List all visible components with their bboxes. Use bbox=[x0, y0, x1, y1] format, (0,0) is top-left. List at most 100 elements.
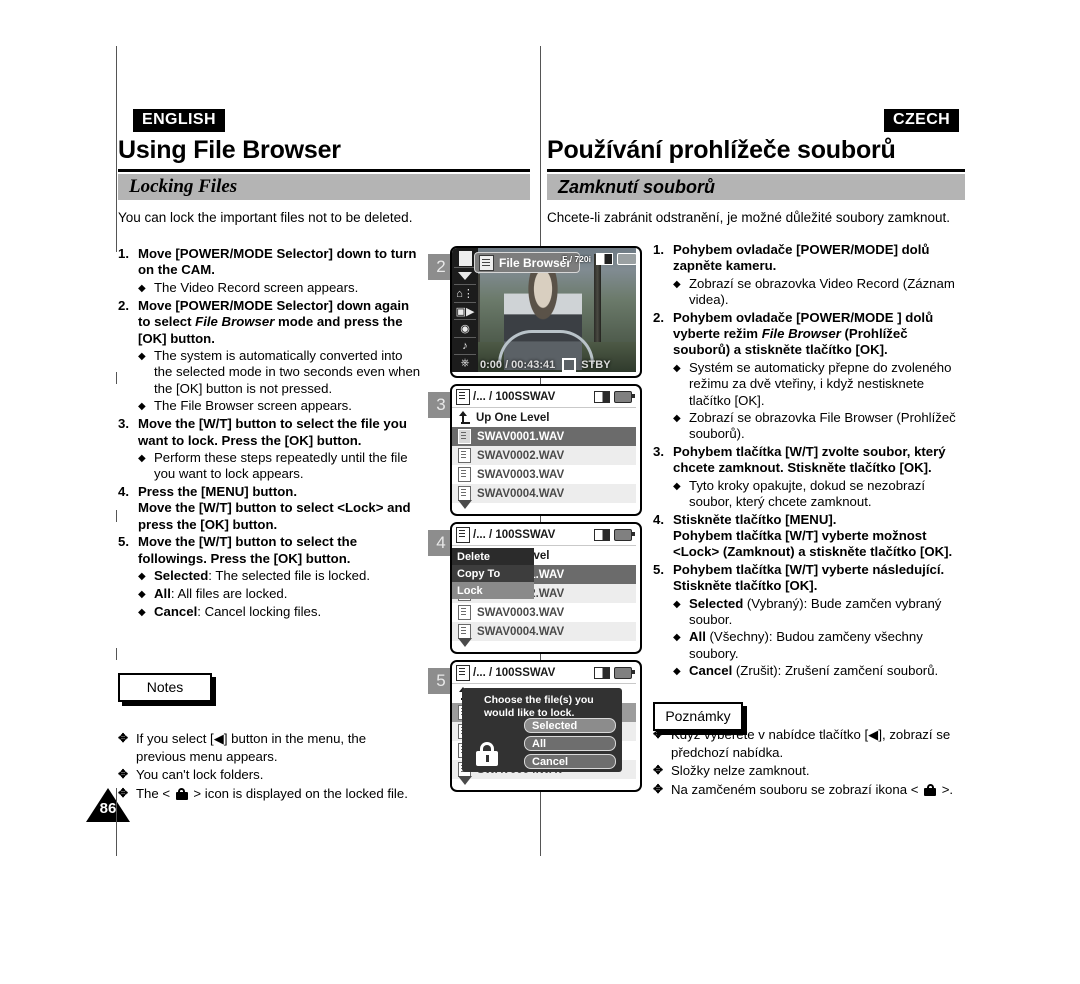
bullet-term: All bbox=[689, 629, 706, 645]
step-number: 5. bbox=[118, 534, 129, 550]
step-number: 1. bbox=[653, 242, 664, 257]
list-item[interactable]: SWAV0001.WAV bbox=[452, 427, 636, 446]
step-bullet: ◆ Selected: The selected file is locked. bbox=[138, 568, 423, 585]
step-bullet: ◆ Cancel: Cancel locking files. bbox=[138, 604, 423, 621]
list-item[interactable]: SWAV0003.WAV bbox=[452, 465, 636, 484]
settings-icon[interactable]: ⌂⋮ bbox=[454, 284, 476, 302]
photo-camera-icon[interactable]: ◉ bbox=[454, 319, 476, 337]
section-title-czech: Zamknutí souborů bbox=[558, 177, 715, 197]
folder-doc-icon bbox=[456, 388, 470, 405]
step-item: 2. Move [POWER/MODE Selector] down again … bbox=[118, 298, 423, 415]
path-label: /... / 100SSWAV bbox=[473, 390, 556, 403]
scroll-down-icon[interactable] bbox=[458, 776, 472, 785]
step-heading: Move the [W/T] button to select the foll… bbox=[138, 534, 358, 566]
camera-lcd: /... / 100SSWAV Up One Level SWAV0001.WA… bbox=[450, 384, 642, 516]
selected-button[interactable]: Selected bbox=[524, 718, 616, 733]
step-number: 5. bbox=[653, 561, 664, 577]
diamond-bullet-icon: ◆ bbox=[138, 401, 146, 413]
all-button[interactable]: All bbox=[524, 736, 616, 751]
list-item-label: SWAV0002.WAV bbox=[477, 449, 565, 462]
step-body: Stiskněte tlačítko [MENU]. Pohybem tlačít… bbox=[673, 512, 968, 561]
page-number-text: 86 bbox=[99, 800, 117, 817]
file-icon bbox=[458, 448, 471, 463]
menu-item-lock[interactable]: Lock bbox=[452, 582, 534, 599]
stop-square-icon bbox=[562, 358, 577, 372]
figure-connector-line bbox=[116, 510, 117, 522]
step-bullet-text: The File Browser screen appears. bbox=[154, 398, 352, 414]
diamond-bullet-icon: ◆ bbox=[673, 666, 681, 678]
step-bullet: ◆ Zobrazí se obrazovka Video Record (Zázn… bbox=[673, 276, 968, 309]
diamond-bullet-icon: ◆ bbox=[138, 606, 146, 618]
timecode-bar: 0:00 / 00:43:41 STBY bbox=[480, 358, 611, 372]
list-item[interactable]: SWAV0002.WAV bbox=[452, 446, 636, 465]
step-bullet: ◆ The Video Record screen appears. bbox=[138, 280, 423, 297]
step-number: 2. bbox=[653, 309, 664, 325]
step-bullet: ◆ Tyto kroky opakujte, dokud se nezobrazí… bbox=[673, 478, 968, 511]
list-item-up-one-level[interactable]: Up One Level bbox=[452, 408, 636, 427]
scroll-down-icon[interactable] bbox=[458, 500, 472, 509]
cancel-button[interactable]: Cancel bbox=[524, 754, 616, 769]
list-item-label: SWAV0001.WAV bbox=[477, 430, 565, 443]
diamond-bullet-icon: ◆ bbox=[138, 453, 146, 465]
diamond-bullet-icon: ◆ bbox=[138, 570, 146, 582]
step-bullet: ◆ Zobrazí se obrazovka File Browser (Proh… bbox=[673, 410, 968, 443]
video-camera-icon[interactable]: ▣▶ bbox=[454, 301, 476, 320]
list-item-label: SWAV0004.WAV bbox=[477, 625, 565, 638]
step-heading-emphasis: File Browser bbox=[195, 314, 275, 330]
folder-doc-icon bbox=[456, 664, 470, 681]
menu-item-delete[interactable]: Delete bbox=[452, 548, 534, 565]
step-heading: Pohybem tlačítka [W/T] vyberte následují… bbox=[673, 561, 945, 594]
step-item: 3. Move the [W/T] button to select the fi… bbox=[118, 416, 423, 483]
step-heading: Press the [MENU] button. Move the [W/T] b… bbox=[138, 483, 411, 532]
step-bullet-text: Zobrazí se obrazovka File Browser (Prohl… bbox=[689, 410, 956, 442]
file-icon bbox=[458, 486, 471, 501]
step-item: 4. Stiskněte tlačítko [MENU]. Pohybem tlač… bbox=[653, 512, 968, 561]
chevron-down-icon[interactable] bbox=[454, 266, 476, 285]
note-bullet-icon: ✥ bbox=[653, 763, 664, 777]
note-text: You can't lock folders. bbox=[136, 767, 264, 782]
up-arrow-icon bbox=[458, 411, 470, 424]
memory-card-icon bbox=[594, 390, 610, 403]
figure-connector-line bbox=[116, 788, 117, 856]
context-menu[interactable]: Delete Copy To Lock bbox=[452, 548, 534, 599]
step-body: Move [POWER/MODE Selector] down again to… bbox=[138, 298, 423, 415]
microphone-icon[interactable]: ⎈ bbox=[454, 354, 476, 372]
status-indicators bbox=[594, 666, 635, 679]
step-item: 1. Move [POWER/MODE Selector] down to tur… bbox=[118, 246, 423, 297]
step-bullet-text: All (Všechny): Budou zamčeny všechny sou… bbox=[689, 629, 923, 661]
list-item[interactable]: SWAV0004.WAV bbox=[452, 484, 636, 503]
file-browser-icon[interactable] bbox=[454, 250, 476, 267]
figure-connector-line bbox=[116, 648, 117, 660]
steps-list-english: 1. Move [POWER/MODE Selector] down to tur… bbox=[118, 246, 423, 622]
step-number: 2. bbox=[118, 297, 129, 313]
step-body: Move the [W/T] button to select the foll… bbox=[138, 534, 423, 621]
menu-item-copy-to[interactable]: Copy To bbox=[452, 565, 534, 582]
file-list[interactable]: Up One Level SWAV0001.WAV SWAV0002.WAV S… bbox=[452, 408, 636, 510]
section-bar-czech: Zamknutí souborů bbox=[547, 174, 965, 200]
status-indicators bbox=[594, 528, 635, 541]
step-number: 4. bbox=[653, 511, 664, 527]
step-heading: Move the [W/T] button to select the file… bbox=[138, 416, 407, 448]
memory-card-icon bbox=[594, 666, 610, 679]
step-item: 5. Pohybem tlačítka [W/T] vyberte následu… bbox=[653, 562, 968, 680]
list-item[interactable]: SWAV0004.WAV bbox=[452, 622, 636, 641]
diamond-bullet-icon: ◆ bbox=[673, 362, 681, 374]
scroll-down-icon[interactable] bbox=[458, 638, 472, 647]
timecode-text: 0:00 / 00:43:41 bbox=[480, 359, 556, 371]
memory-card-icon bbox=[594, 528, 610, 541]
section-bar-english: Locking Files bbox=[118, 174, 530, 200]
step-bullet-text: The system is automatically converted in… bbox=[154, 348, 421, 396]
bullet-term: All bbox=[154, 585, 171, 601]
note-item: ✥ If you select [◀] button in the menu, t… bbox=[118, 730, 418, 765]
memory-card-icon bbox=[596, 253, 613, 265]
step-bullet-text: Tyto kroky opakujte, dokud se nezobrazí … bbox=[689, 477, 926, 510]
diamond-bullet-icon: ◆ bbox=[138, 351, 146, 363]
notes-list-czech: ✥ Když vyberete v nabídce tlačítko [◀], z… bbox=[653, 726, 968, 799]
mode-chip-label: File Browser bbox=[499, 255, 572, 270]
step-bullet-text: Selected: The selected file is locked. bbox=[154, 567, 371, 583]
step-bullet-text: Zobrazí se obrazovka Video Record (Zázna… bbox=[689, 275, 955, 308]
step-number: 3. bbox=[653, 443, 664, 459]
list-item[interactable]: SWAV0003.WAV bbox=[452, 603, 636, 622]
battery-icon bbox=[614, 390, 635, 403]
music-note-icon[interactable]: ♪ bbox=[454, 336, 476, 355]
